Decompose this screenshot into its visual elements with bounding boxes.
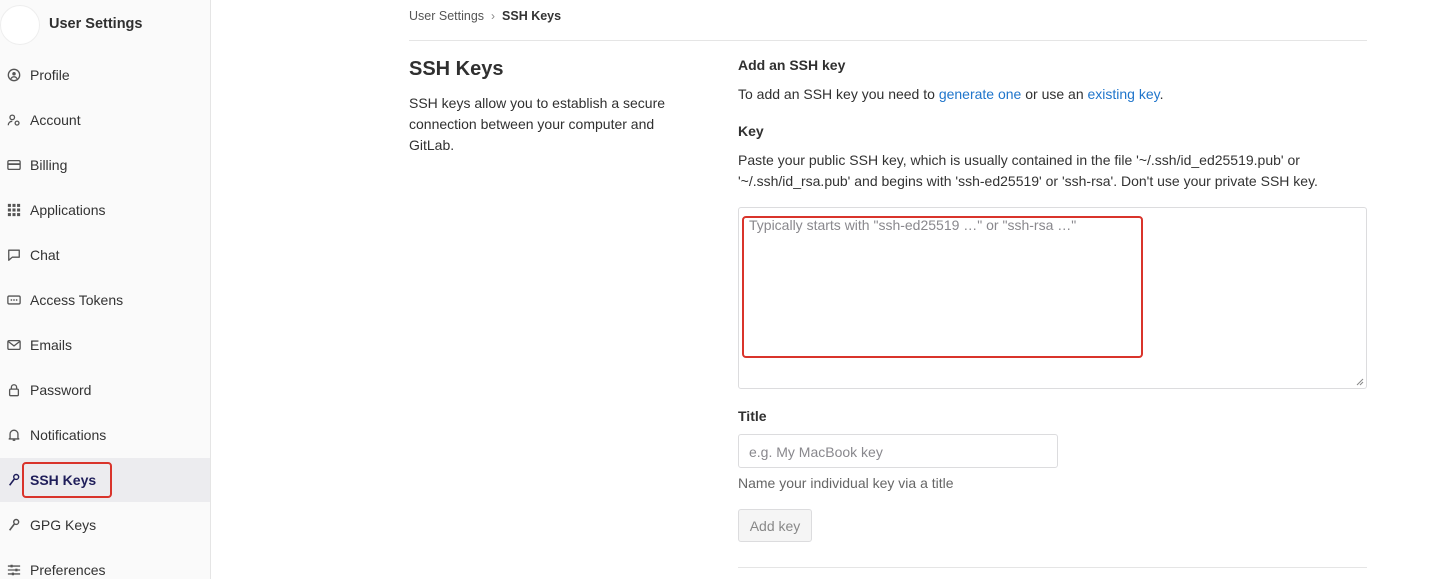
sidebar-item-label: Billing (30, 157, 68, 173)
key-help-text: Paste your public SSH key, which is usua… (738, 152, 1318, 189)
sidebar-item-label: Profile (30, 67, 70, 83)
title-help-text: Name your individual key via a title (738, 475, 954, 491)
generate-one-link[interactable]: generate one (939, 86, 1022, 102)
bell-icon (7, 428, 21, 442)
sidebar-item-account[interactable]: Account (0, 98, 210, 142)
form-intro: To add an SSH key you need to generate o… (738, 86, 1164, 102)
form-heading: Add an SSH key (738, 57, 846, 73)
sidebar-item-chat[interactable]: Chat (0, 233, 210, 277)
preferences-icon (7, 563, 21, 577)
key-label: Key (738, 123, 764, 139)
sidebar-item-label: GPG Keys (30, 517, 97, 533)
sidebar-item-billing[interactable]: Billing (0, 143, 210, 187)
divider (738, 567, 1367, 568)
key-icon (7, 518, 21, 532)
form-intro-prefix: To add an SSH key you need to (738, 86, 939, 102)
ssh-keys-highlight-box (22, 462, 112, 498)
title-label: Title (738, 408, 767, 424)
sidebar-item-access-tokens[interactable]: Access Tokens (0, 278, 210, 322)
sidebar-item-emails[interactable]: Emails (0, 323, 210, 367)
page-title: SSH Keys (409, 58, 504, 80)
existing-key-link[interactable]: existing key (1088, 86, 1160, 102)
sidebar: User Settings Profile Account Billing Ap… (0, 0, 211, 579)
sidebar-item-label: Notifications (30, 427, 107, 443)
key-highlight-box (742, 216, 1143, 358)
applications-icon (7, 203, 21, 217)
mail-icon (7, 338, 21, 352)
token-icon (7, 293, 21, 307)
form-intro-suffix: . (1159, 86, 1164, 102)
profile-icon (7, 68, 21, 82)
sidebar-item-label: Password (30, 382, 92, 398)
key-icon (7, 473, 21, 487)
breadcrumb: User Settings › SSH Keys (409, 9, 561, 23)
sidebar-item-label: Applications (30, 202, 106, 218)
section-description: SSH keys allow you to establish a secure… (409, 95, 666, 153)
breadcrumb-separator: › (491, 9, 496, 23)
account-icon (7, 113, 21, 127)
add-key-button[interactable]: Add key (738, 509, 812, 542)
sidebar-item-label: Chat (30, 247, 60, 263)
title-input-placeholder: e.g. My MacBook key (749, 444, 883, 460)
sidebar-item-notifications[interactable]: Notifications (0, 413, 210, 457)
form-intro-middle: or use an (1021, 86, 1088, 102)
billing-icon (7, 158, 21, 172)
lock-icon (7, 383, 21, 397)
avatar[interactable] (0, 4, 40, 45)
sidebar-item-label: Preferences (30, 562, 106, 578)
sidebar-item-label: Access Tokens (30, 292, 124, 308)
sidebar-header: User Settings (0, 0, 210, 47)
divider (409, 40, 1367, 41)
sidebar-item-applications[interactable]: Applications (0, 188, 210, 232)
sidebar-item-profile[interactable]: Profile (0, 53, 210, 97)
breadcrumb-current[interactable]: SSH Keys (502, 9, 561, 23)
sidebar-item-label: Account (30, 112, 81, 128)
breadcrumb-parent[interactable]: User Settings (409, 9, 484, 23)
sidebar-item-label: Emails (30, 337, 73, 353)
sidebar-item-gpg-keys[interactable]: GPG Keys (0, 503, 210, 547)
chat-icon (7, 248, 21, 262)
sidebar-title: User Settings (49, 15, 143, 32)
sidebar-item-preferences[interactable]: Preferences (0, 548, 210, 579)
sidebar-item-password[interactable]: Password (0, 368, 210, 412)
resize-handle-icon[interactable] (1356, 378, 1364, 386)
